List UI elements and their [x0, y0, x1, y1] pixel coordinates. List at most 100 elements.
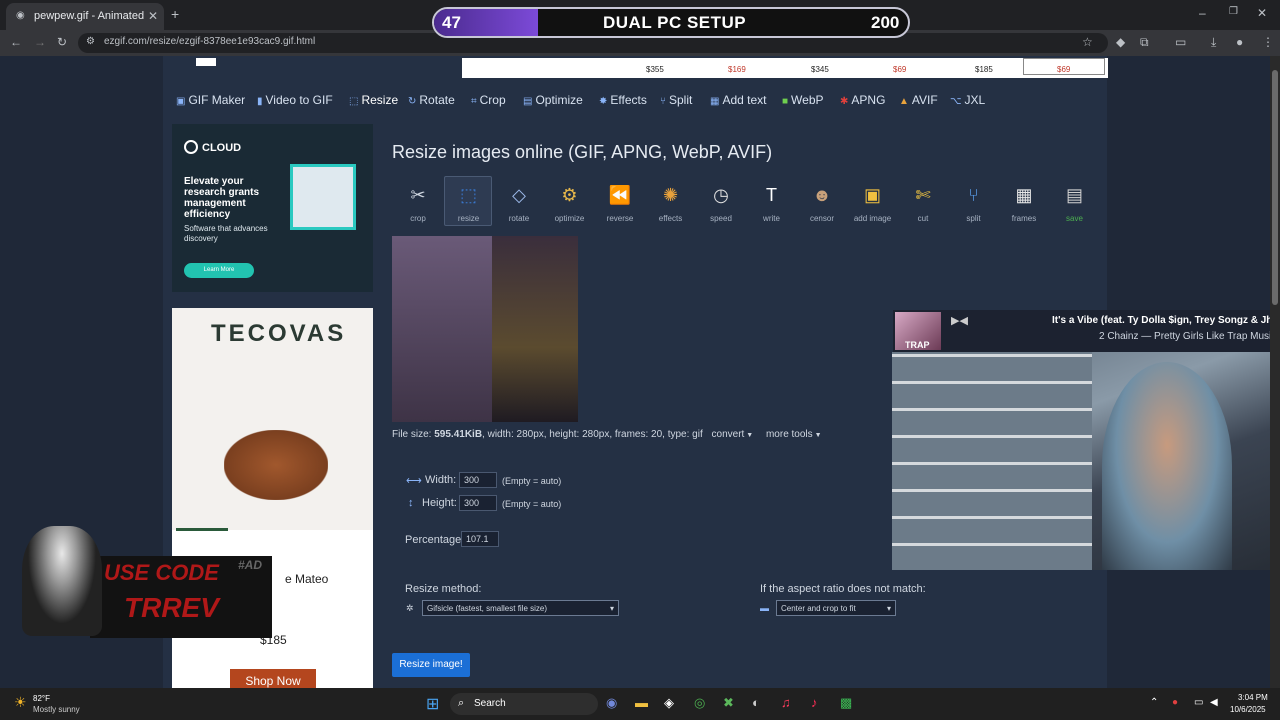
url-text[interactable]: ezgif.com/resize/ezgif-8378ee1e93cac9.gi… — [104, 36, 315, 47]
tool-label: resize — [457, 214, 480, 223]
mic-icon[interactable]: ● — [1172, 697, 1178, 708]
profile-avatar[interactable]: ● — [1236, 35, 1243, 49]
cloud-headline: Elevate your research grants management … — [184, 176, 260, 220]
nav-gif-maker[interactable]: ▣ GIF Maker — [176, 93, 245, 107]
bookmark-star-icon[interactable]: ☆ — [1082, 35, 1093, 49]
aspect-ratio-label: If the aspect ratio does not match: — [760, 583, 926, 595]
scrollbar-thumb[interactable] — [1272, 70, 1278, 305]
convert-dropdown[interactable]: convert — [712, 429, 745, 440]
nav-avif[interactable]: ▲ AVIF — [899, 93, 938, 107]
tool-censor[interactable]: ☻ censor — [800, 180, 844, 226]
cut-icon: ✄ — [915, 184, 931, 205]
effects-icon: ✺ — [662, 184, 679, 205]
clock-time[interactable]: 3:04 PM — [1238, 693, 1268, 702]
nav-split[interactable]: ⑂ Split — [660, 93, 692, 107]
cloud-learn-more-button[interactable]: Learn More — [184, 263, 254, 278]
resize-icon: ⬚ — [349, 96, 359, 107]
nav-webp[interactable]: ■ WebP — [782, 93, 824, 107]
tool-resize[interactable]: ⬚ resize — [447, 180, 491, 226]
menu-icon[interactable]: ⋮ — [1262, 35, 1274, 49]
tool-write[interactable]: Twrite — [750, 180, 794, 226]
sidebar-icon[interactable]: ▭ — [1175, 35, 1186, 49]
discord-icon[interactable]: ◉ — [606, 695, 617, 711]
nav-add-text[interactable]: ▦ Add text — [710, 93, 766, 107]
maximize-icon[interactable]: ❐ — [1229, 6, 1238, 17]
tiktok-icon[interactable]: ♪ — [811, 695, 818, 710]
tool-split[interactable]: ⑂ split — [952, 180, 996, 226]
music-app-icon[interactable]: ♫ — [781, 695, 791, 710]
minimize-icon[interactable]: – — [1199, 6, 1206, 20]
nav-jxl[interactable]: ⌥ JXL — [950, 93, 985, 107]
tool-cut[interactable]: ✄ cut — [901, 180, 945, 226]
more-tools-dropdown[interactable]: more tools — [766, 429, 813, 440]
site-info-icon[interactable]: ⚙ — [86, 36, 95, 47]
top-banner-ad[interactable] — [462, 58, 1108, 78]
goal-title: DUAL PC SETUP — [603, 13, 747, 32]
cloud-brand: CLOUD — [202, 142, 242, 154]
search-label: Search — [474, 698, 506, 709]
minecraft-icon[interactable]: ▩ — [840, 695, 852, 711]
tool-label: write — [763, 214, 780, 223]
width-input[interactable] — [459, 472, 497, 488]
tool-reverse[interactable]: ⏪ reverse — [598, 180, 642, 226]
nav-resize[interactable]: ⬚ Resize — [349, 93, 398, 107]
windows-start-icon[interactable]: ⊞ — [426, 694, 439, 714]
tool-add-image[interactable]: ▣ add image — [851, 180, 895, 226]
tool-crop[interactable]: ✂ crop — [396, 180, 440, 226]
download-icon[interactable]: ⤓ — [1211, 35, 1216, 50]
file-explorer-icon[interactable]: ▬ — [635, 695, 648, 710]
xbox-icon[interactable]: ✖ — [723, 695, 734, 711]
new-tab-icon[interactable]: + — [171, 6, 179, 22]
nav-optimize[interactable]: ▤ Optimize — [523, 93, 583, 107]
clock-date[interactable]: 10/6/2025 — [1230, 705, 1266, 714]
tool-rotate[interactable]: ◇ rotate — [497, 180, 541, 226]
tool-frames[interactable]: ▦ frames — [1002, 180, 1046, 226]
resize-submit-button[interactable]: Resize image! — [392, 653, 470, 677]
extension-icon[interactable]: ◆ — [1116, 35, 1125, 49]
browser-tab[interactable]: ◉ pewpew.gif - Animated image ✕ — [6, 3, 164, 30]
height-hint: (Empty = auto) — [502, 499, 562, 509]
close-icon[interactable]: ✕ — [148, 9, 158, 23]
tool-label: reverse — [606, 214, 634, 223]
song-title: It's a Vibe (feat. Ty Dolla $ign, Trey S… — [1052, 315, 1278, 326]
back-icon[interactable]: ← — [10, 35, 22, 49]
tool-label: speed — [710, 214, 732, 223]
tool-label: cut — [917, 214, 929, 223]
tool-speed[interactable]: ◷ speed — [699, 180, 743, 226]
webcam-overlay — [892, 352, 1280, 570]
tool-optimize[interactable]: ⚙ optimize — [548, 180, 592, 226]
tray-chevron-icon[interactable]: ⌃ — [1150, 697, 1158, 708]
aspect-ratio-select[interactable]: Center and crop to fit ▾ — [776, 600, 896, 616]
cloud-ad[interactable]: CLOUD Elevate your research grants manag… — [172, 124, 373, 292]
percentage-label: Percentage: — [405, 534, 465, 546]
network-icon[interactable]: ▭ — [1194, 697, 1203, 708]
nav-apng[interactable]: ✱ APNG — [840, 93, 885, 107]
weather-desc[interactable]: Mostly sunny — [33, 705, 80, 714]
file-info: File size: 595.41KiB, width: 280px, heig… — [392, 429, 822, 440]
weather-icon[interactable]: ☀ — [14, 694, 27, 711]
forward-icon[interactable]: → — [34, 35, 46, 49]
window-close-icon[interactable]: ✕ — [1257, 6, 1267, 20]
volume-icon[interactable]: ◀ — [1210, 697, 1218, 708]
tool-save[interactable]: ▤ save — [1053, 180, 1097, 226]
weather-temp[interactable]: 82°F — [33, 694, 50, 703]
nav-video-to-gif[interactable]: ▮ Video to GIF — [257, 93, 333, 107]
reload-icon[interactable]: ↻ — [57, 35, 67, 49]
chrome-icon[interactable]: ◎ — [694, 695, 705, 711]
puzzle-icon[interactable]: ⧉ — [1140, 35, 1149, 50]
site-logo[interactable] — [196, 58, 216, 66]
taskbar-search[interactable]: ⌕ Search — [450, 693, 598, 715]
app-icon[interactable]: ◈ — [664, 695, 674, 711]
add-image-icon: ▣ — [863, 184, 881, 205]
percentage-input[interactable] — [461, 531, 499, 547]
nav-crop[interactable]: ⌗ Crop — [471, 93, 506, 107]
tool-label: frames — [1011, 214, 1037, 223]
nav-rotate[interactable]: ↻ Rotate — [408, 93, 455, 107]
tool-effects[interactable]: ✺ effects — [649, 180, 693, 226]
height-input[interactable] — [459, 495, 497, 511]
video-icon: ▮ — [257, 96, 263, 107]
resize-method-select[interactable]: Gifsicle (fastest, smallest file size) ▾ — [422, 600, 619, 616]
cloud-logo-icon — [184, 140, 198, 154]
nav-effects[interactable]: ✸ Effects — [599, 93, 647, 107]
obs-icon[interactable]: ◐ — [752, 695, 760, 710]
